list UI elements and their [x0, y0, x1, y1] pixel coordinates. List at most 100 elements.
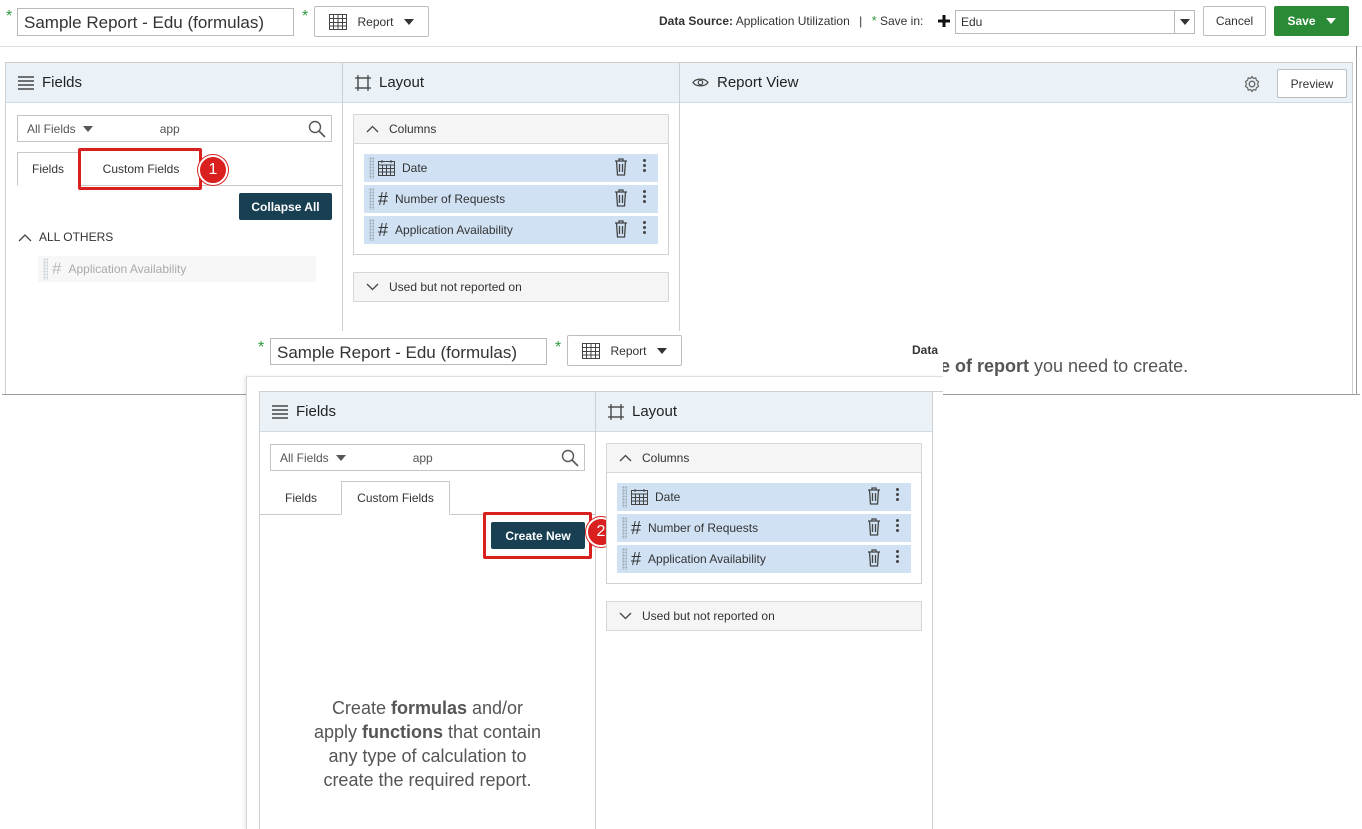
save-in-select[interactable]: Edu — [955, 10, 1195, 34]
filter-label: All Fields — [27, 121, 76, 136]
report-name-input[interactable]: Sample Report - Edu (formulas) — [17, 8, 294, 36]
chevron-down-icon[interactable] — [366, 283, 379, 291]
report-type-dropdown[interactable]: Report — [314, 6, 429, 37]
calendar-icon — [631, 489, 648, 505]
column-label: Date — [402, 161, 428, 175]
msg-text: that contain — [442, 722, 542, 742]
collapse-all-button[interactable]: Collapse All — [239, 193, 332, 220]
chevron-down-icon[interactable] — [335, 454, 346, 461]
trash-icon[interactable] — [867, 518, 881, 536]
more-vertical-icon[interactable] — [643, 159, 646, 172]
columns-label: Columns — [389, 122, 437, 136]
overlay-report-name-input[interactable]: Sample Report - Edu (formulas) — [270, 338, 547, 365]
column-label: Application Availability — [648, 552, 766, 566]
msg-text: create the required report. — [323, 770, 532, 790]
tab-fields[interactable]: Fields — [17, 152, 79, 186]
msg-text: apply — [313, 722, 362, 742]
search-input[interactable]: app — [160, 122, 180, 136]
tab-custom-fields[interactable]: Custom Fields — [341, 481, 450, 515]
data-source: Data Source: Application Utilization | *… — [659, 13, 923, 28]
search-input[interactable]: app — [413, 451, 433, 465]
msg-bold: formulas — [390, 698, 467, 718]
hash-icon: # — [52, 259, 62, 278]
divider — [595, 392, 596, 829]
filter-label: All Fields — [280, 450, 329, 465]
group-all-others[interactable]: ALL OTHERS — [18, 230, 113, 244]
required-mark: * — [6, 8, 13, 25]
list-icon — [272, 404, 288, 419]
chevron-down-icon[interactable] — [1174, 11, 1194, 33]
field-item[interactable]: # Application Availability — [38, 256, 316, 282]
more-vertical-icon[interactable] — [896, 550, 899, 563]
chevron-up-icon[interactable] — [18, 233, 32, 242]
preview-button[interactable]: Preview — [1277, 69, 1347, 98]
trash-icon[interactable] — [614, 189, 628, 207]
overlay-report-type-dropdown[interactable]: Report — [567, 335, 682, 366]
save-in-label: Save in: — [879, 14, 924, 28]
fields-search[interactable]: All Fields app — [17, 115, 332, 142]
plus-icon[interactable] — [938, 15, 950, 27]
columns-header[interactable]: Columns — [606, 443, 922, 473]
gear-icon[interactable] — [1243, 75, 1261, 93]
fields-panel-title: Fields — [42, 74, 83, 91]
trash-icon[interactable] — [867, 549, 881, 567]
layout-panel-title: Layout — [632, 403, 678, 420]
used-label: Used but not reported on — [389, 280, 522, 294]
chevron-down-icon[interactable] — [82, 125, 93, 132]
callout-badge-1: 1 — [198, 155, 228, 185]
chevron-up-icon[interactable] — [366, 125, 379, 133]
msg-bold: functions — [361, 722, 443, 742]
layout-panel-title: Layout — [379, 74, 425, 91]
column-label: Number of Requests — [648, 521, 759, 535]
search-icon[interactable] — [561, 449, 579, 467]
msg-text: and/or — [467, 698, 524, 718]
data-source-value: Application Utilization — [735, 14, 850, 28]
data-source-label: Data Source: — [659, 14, 734, 28]
divider — [246, 376, 943, 377]
required-mark: * — [555, 339, 562, 356]
calendar-icon — [378, 160, 395, 176]
trash-icon[interactable] — [614, 158, 628, 176]
search-icon[interactable] — [308, 120, 326, 138]
used-not-reported-header[interactable]: Used but not reported on — [606, 601, 922, 631]
divider — [932, 392, 933, 829]
required-mark: * — [302, 8, 309, 25]
chevron-down-icon — [1325, 18, 1336, 24]
column-item[interactable]: # Number of Requests — [364, 185, 658, 213]
tab-fields[interactable]: Fields — [270, 481, 332, 515]
column-item[interactable]: # Application Availability — [364, 216, 658, 244]
report-type-label: Report — [357, 14, 394, 29]
used-not-reported-header[interactable]: Used but not reported on — [353, 272, 669, 302]
chevron-down-icon[interactable] — [619, 612, 632, 620]
trash-icon[interactable] — [867, 487, 881, 505]
overlay-fields-search[interactable]: All Fields app — [270, 444, 585, 471]
hash-icon: # — [631, 548, 642, 569]
save-button[interactable]: Save — [1274, 6, 1349, 36]
trash-icon[interactable] — [614, 220, 628, 238]
column-item[interactable]: # Application Availability — [617, 545, 911, 573]
report-view-title: Report View — [717, 74, 799, 91]
more-vertical-icon[interactable] — [643, 190, 646, 203]
more-vertical-icon[interactable] — [896, 488, 899, 501]
chevron-down-icon — [656, 347, 667, 354]
field-item-label: Application Availability — [68, 262, 187, 276]
more-vertical-icon[interactable] — [643, 221, 646, 234]
layout-panel-header: Layout — [343, 63, 679, 103]
report-type-label: Report — [610, 343, 647, 358]
required-mark: * — [258, 339, 265, 356]
group-label: ALL OTHERS — [39, 230, 114, 244]
column-item[interactable]: # Number of Requests — [617, 514, 911, 542]
chevron-up-icon[interactable] — [619, 454, 632, 462]
column-item[interactable]: Date — [364, 154, 658, 182]
columns-header[interactable]: Columns — [353, 114, 669, 144]
column-item[interactable]: Date — [617, 483, 911, 511]
list-icon — [18, 75, 34, 90]
create-new-button[interactable]: Create New — [491, 522, 585, 549]
msg-text: Create — [331, 698, 391, 718]
chevron-down-icon — [403, 18, 414, 25]
frame-icon — [355, 74, 371, 91]
cancel-button[interactable]: Cancel — [1203, 6, 1266, 36]
more-vertical-icon[interactable] — [896, 519, 899, 532]
save-button-label: Save — [1287, 14, 1316, 28]
eye-icon — [692, 78, 709, 87]
